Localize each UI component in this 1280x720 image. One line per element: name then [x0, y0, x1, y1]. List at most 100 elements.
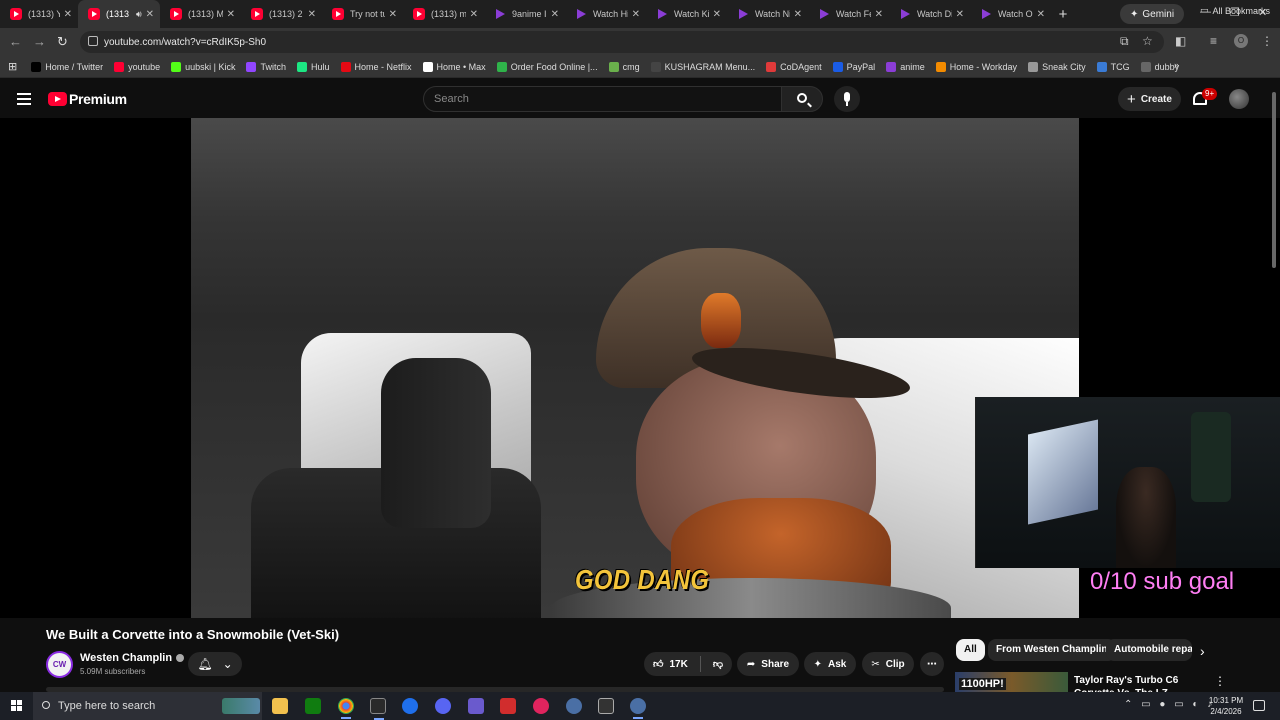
browser-tab[interactable]: Watch Di ✕ — [889, 0, 970, 28]
browser-tab[interactable]: (1313 🔊︎ ✕ — [78, 0, 160, 28]
search-highlight-icon[interactable] — [222, 698, 260, 714]
related-more-icon[interactable]: ⋮ — [1214, 674, 1226, 688]
address-bar[interactable]: youtube.com/watch?v=cRdIK5p-Sh0 — [80, 31, 1164, 53]
page-scrollbar[interactable] — [1272, 92, 1276, 268]
cast-icon[interactable]: ⧉ — [1120, 34, 1129, 49]
bookmark-item[interactable]: Home - Workday — [935, 61, 1017, 72]
like-button[interactable]: 👍︎ 17K — [653, 658, 688, 671]
account-avatar[interactable] — [1229, 89, 1249, 109]
bookmark-item[interactable]: KUSHAGRAM Menu... — [650, 61, 755, 72]
ask-button[interactable]: ✦ Ask — [804, 652, 856, 676]
chevron-right-icon[interactable]: › — [1200, 643, 1205, 659]
bookmark-star-icon[interactable]: ☆ — [1142, 34, 1153, 48]
close-tab-icon[interactable]: ✕ — [794, 9, 802, 20]
voice-search-icon[interactable] — [834, 86, 860, 112]
browser-tab[interactable]: Watch Hi ✕ — [565, 0, 646, 28]
media-player-icon[interactable] — [533, 698, 549, 714]
dislike-button[interactable]: 👎︎ — [713, 658, 723, 670]
apps-grid-icon[interactable]: ⊞ — [8, 60, 17, 73]
youtube-logo-text[interactable]: Premium — [69, 91, 127, 107]
youtube-logo-icon[interactable] — [48, 92, 67, 106]
xbox-icon[interactable] — [305, 698, 321, 714]
close-tab-icon[interactable]: ✕ — [632, 9, 640, 20]
share-button[interactable]: ➦ Share — [737, 652, 799, 676]
search-input[interactable]: Search — [423, 86, 782, 112]
channel-name[interactable]: Westen Champlin — [80, 652, 185, 664]
bookmark-item[interactable]: Home / Twitter — [31, 61, 103, 72]
chrome-icon[interactable] — [338, 698, 354, 719]
browser-tab[interactable]: Watch Ni ✕ — [727, 0, 808, 28]
chip-all[interactable]: All — [956, 639, 985, 661]
bookmark-item[interactable]: CoDAgent — [766, 61, 822, 72]
related-video-thumbnail[interactable]: 1100HP! — [955, 672, 1068, 692]
browser-tab[interactable]: (1313) M ✕ — [160, 0, 241, 28]
browser-tab[interactable]: Watch O ✕ — [970, 0, 1051, 28]
reload-icon[interactable]: ↻ — [57, 34, 68, 50]
browser-tab[interactable]: (1313) Yo ✕ — [0, 0, 78, 28]
close-tab-icon[interactable]: ✕ — [875, 9, 883, 20]
close-tab-icon[interactable]: ✕ — [308, 9, 316, 20]
bookmark-item[interactable]: Home • Max — [422, 61, 486, 72]
close-tab-icon[interactable]: ✕ — [227, 9, 235, 20]
bookmark-item[interactable]: Order Food Online |... — [496, 61, 598, 72]
speaker-icon[interactable]: 🔊︎ — [136, 9, 142, 20]
chip-automobile-repair[interactable]: Automobile repai — [1106, 639, 1192, 661]
system-tray[interactable]: ⌃ ▭ ● ▭ ◐ ♪ — [1124, 699, 1215, 710]
app-icon[interactable] — [370, 698, 386, 720]
create-button[interactable]: + Create — [1118, 87, 1181, 111]
app-red-icon[interactable] — [500, 698, 516, 714]
close-tab-icon[interactable]: ✕ — [64, 9, 72, 20]
back-icon[interactable]: ← — [9, 34, 22, 49]
controller-icon[interactable] — [468, 698, 484, 714]
more-actions-button[interactable]: ⋯ — [920, 652, 944, 676]
close-tab-icon[interactable]: ✕ — [551, 9, 559, 20]
close-tab-icon[interactable]: ✕ — [713, 9, 721, 20]
chip-from-channel[interactable]: From Westen Champlin — [988, 639, 1116, 661]
all-bookmarks-button[interactable]: ▭ All Bookmarks — [1200, 5, 1270, 16]
extensions-icon[interactable]: ◧ — [1175, 34, 1186, 48]
close-tab-icon[interactable]: ✕ — [470, 9, 478, 20]
new-tab-icon[interactable]: + — [1051, 6, 1075, 23]
bookmark-item[interactable]: Home - Netflix — [340, 61, 412, 72]
subscription-bell-button[interactable]: 🔔︎ ⌄ — [188, 652, 242, 676]
menu-icon[interactable] — [17, 93, 31, 105]
bookmark-item[interactable]: Sneak City — [1028, 61, 1086, 72]
bookmark-item[interactable]: Twitch — [246, 61, 286, 72]
call-of-duty-icon[interactable] — [598, 698, 614, 714]
app-blue-icon[interactable] — [402, 698, 418, 714]
browser-tab[interactable]: 9anime I ✕ — [484, 0, 565, 28]
clip-button[interactable]: ✂ Clip — [862, 652, 914, 676]
bookmark-item[interactable]: uubski | Kick — [171, 61, 235, 72]
reading-list-icon[interactable]: ≡ — [1210, 34, 1217, 48]
bookmark-item[interactable]: PayPal — [832, 61, 875, 72]
browser-tab[interactable]: Try not tu ✕ — [322, 0, 403, 28]
discord-icon[interactable] — [435, 698, 451, 714]
close-tab-icon[interactable]: ✕ — [956, 9, 964, 20]
windows-start-icon[interactable] — [11, 700, 23, 712]
browser-tab[interactable]: (1313) 2 ✕ — [241, 0, 322, 28]
site-info-icon[interactable] — [88, 36, 98, 46]
app-circle-2-icon[interactable] — [630, 698, 646, 719]
file-explorer-icon[interactable] — [272, 698, 288, 714]
bookmark-item[interactable]: youtube — [114, 61, 160, 72]
bookmark-item[interactable]: cmg — [608, 61, 640, 72]
taskbar-clock[interactable]: 10:31 PM 2/4/2026 — [1205, 695, 1247, 717]
more-bookmarks-icon[interactable]: » — [1174, 60, 1179, 70]
bookmark-item[interactable]: TCG — [1096, 61, 1130, 72]
forward-icon[interactable]: → — [33, 34, 46, 49]
browser-tab[interactable]: Watch Fe ✕ — [808, 0, 889, 28]
video-player[interactable]: GOD DANG 0/10 sub goal — [0, 118, 1280, 618]
search-button[interactable] — [781, 86, 823, 112]
bookmark-item[interactable]: Hulu — [296, 61, 330, 72]
bookmark-item[interactable]: anime — [886, 61, 925, 72]
app-circle-icon[interactable] — [566, 698, 582, 714]
close-tab-icon[interactable]: ✕ — [146, 9, 154, 20]
channel-avatar[interactable]: CW — [46, 651, 73, 678]
close-tab-icon[interactable]: ✕ — [389, 9, 397, 20]
chrome-menu-icon[interactable]: ⋮ — [1261, 34, 1273, 48]
browser-tab[interactable]: (1313) m ✕ — [403, 0, 484, 28]
close-tab-icon[interactable]: ✕ — [1037, 9, 1045, 20]
gemini-button[interactable]: ✦ Gemini — [1120, 4, 1185, 24]
profile-avatar[interactable]: O — [1234, 34, 1248, 48]
browser-tab[interactable]: Watch Ki ✕ — [646, 0, 727, 28]
